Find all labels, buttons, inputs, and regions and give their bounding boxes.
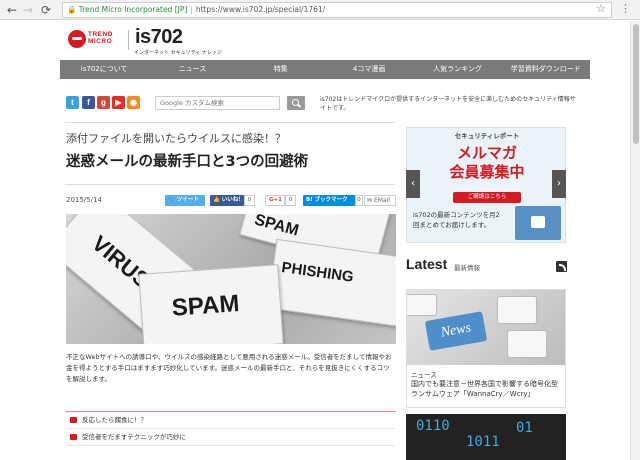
tweet-button[interactable]: 🐦 ツイート bbox=[165, 195, 205, 206]
binary-decoration: 01 bbox=[516, 420, 533, 436]
subscribe-button[interactable]: ご購読はこちら bbox=[453, 192, 521, 203]
nav-item-manga[interactable]: 4コマ漫画 bbox=[325, 60, 413, 79]
hatena-count: 0 bbox=[355, 195, 363, 206]
toc-item[interactable]: 受信者をだますテクニックが巧妙に bbox=[66, 429, 396, 446]
news-key: News bbox=[424, 311, 488, 351]
ad-label: セキュリティレポート bbox=[454, 132, 520, 140]
keyboard-key bbox=[497, 296, 537, 324]
like-button[interactable]: 👍 いいね！ bbox=[210, 195, 244, 206]
hero-word-spam: SPAM bbox=[170, 290, 241, 322]
article-date: 2015/5/14 bbox=[66, 196, 102, 204]
browser-menu-icon[interactable]: ⋮ bbox=[620, 2, 631, 15]
divider bbox=[65, 122, 395, 123]
tweet-label: ツイート bbox=[176, 197, 199, 203]
ad-title-line1: メルマガ bbox=[456, 144, 517, 162]
site-description: is702はトレンドマイクロが提供するインターネットを安全に楽しむためのセキュリ… bbox=[320, 96, 576, 112]
site-tagline: インターネット セキュリティ ナレッジ bbox=[134, 50, 222, 56]
carousel-next-icon[interactable]: › bbox=[552, 170, 566, 198]
binary-decoration: 0110 bbox=[416, 418, 450, 434]
nav-item-ranking[interactable]: 人気ランキング bbox=[413, 60, 501, 79]
trend-micro-logo-icon[interactable] bbox=[68, 30, 86, 48]
news-title[interactable]: 国内でも要注意－世界各国で影響する暗号化型ランサムウェア「WannaCry／Wc… bbox=[411, 379, 563, 399]
envelope-spam: SPAM bbox=[138, 264, 284, 344]
url-text: https://www.is702.jp/special/1761/ bbox=[195, 5, 326, 14]
news-category: ニュース bbox=[411, 371, 437, 379]
trend-label: TREND bbox=[88, 31, 113, 38]
reload-icon[interactable]: ⟳ bbox=[38, 2, 54, 18]
divider bbox=[65, 184, 395, 185]
nav-item-special[interactable]: 特集 bbox=[237, 60, 325, 79]
gplus-button[interactable]: G+1 bbox=[265, 195, 285, 206]
article-hero-image: VIRUS SPAM PHISHING SPAM bbox=[66, 214, 396, 344]
newsletter-ad[interactable]: セキュリティレポート メルマガ 会員募集中 ご購読はこちら is702の最新コンテ… bbox=[406, 127, 566, 243]
latest-rss-icon[interactable] bbox=[556, 261, 567, 272]
forward-icon[interactable]: → bbox=[20, 2, 36, 18]
ad-title: メルマガ 会員募集中 bbox=[407, 144, 567, 182]
hero-word-spam-top: SPAM bbox=[252, 214, 301, 240]
article-lead: 不正なWebサイトへの誘導口や、ウイルスの感染経路として悪用される迷惑メール。受… bbox=[66, 353, 392, 383]
like-count: 0 bbox=[244, 195, 255, 206]
url-separator: | bbox=[190, 5, 193, 14]
ad-title-line2: 会員募集中 bbox=[449, 163, 525, 181]
scrollbar-thumb[interactable] bbox=[633, 24, 639, 144]
lock-icon bbox=[531, 216, 545, 228]
site-logo[interactable]: is702 bbox=[135, 26, 183, 49]
envelope-phishing: PHISHING bbox=[266, 238, 396, 330]
page-scrollbar[interactable] bbox=[630, 21, 640, 460]
nav-item-download[interactable]: 学習資料ダウンロード bbox=[502, 60, 590, 79]
news-thumbnail: News bbox=[407, 290, 565, 365]
like-label: いいね！ bbox=[221, 197, 244, 203]
trend-micro-wordmark[interactable]: TREND MICRO bbox=[88, 31, 113, 45]
gplus-count: 0 bbox=[285, 195, 296, 206]
logo-divider bbox=[128, 30, 129, 50]
site-identity: Trend Micro Incorporated [JP] bbox=[78, 5, 188, 14]
back-icon[interactable]: ← bbox=[4, 2, 20, 18]
carousel-prev-icon[interactable]: ‹ bbox=[406, 170, 420, 198]
hero-word-phishing: PHISHING bbox=[280, 258, 355, 286]
keyboard-key bbox=[407, 294, 437, 316]
search-input[interactable]: Google カスタム検索 bbox=[155, 96, 280, 110]
email-share-button[interactable]: ✉ EMail bbox=[364, 195, 396, 206]
news-card-thumbnail[interactable]: 0110 1011 01 bbox=[406, 414, 566, 460]
facebook-icon[interactable]: f bbox=[82, 96, 95, 109]
binary-decoration: 1011 bbox=[466, 434, 500, 450]
lock-icon: 🔒 bbox=[67, 5, 77, 14]
article-subtitle: 添付ファイルを開いたらウイルスに感染！？ bbox=[66, 132, 286, 145]
latest-subheading: 最新情報 bbox=[454, 264, 480, 272]
twitter-icon[interactable]: t bbox=[66, 96, 79, 109]
rss-icon[interactable]: ◉ bbox=[127, 96, 140, 109]
toc-item[interactable]: 反応したら餌食に！？ bbox=[66, 412, 396, 429]
bookmark-star-icon[interactable]: ☆ bbox=[596, 2, 606, 15]
search-icon[interactable] bbox=[287, 96, 305, 110]
latest-heading: Latest bbox=[406, 256, 448, 272]
youtube-icon[interactable]: ▶ bbox=[112, 96, 125, 109]
keyboard-key bbox=[507, 330, 547, 358]
address-bar[interactable]: 🔒 Trend Micro Incorporated [JP] | https://… bbox=[62, 2, 612, 18]
nav-item-news[interactable]: ニュース bbox=[148, 60, 236, 79]
google-plus-icon[interactable]: g bbox=[97, 96, 110, 109]
email-label: EMail bbox=[373, 197, 390, 204]
micro-label: MICRO bbox=[88, 38, 113, 45]
browser-toolbar: ← → ⟳ 🔒 Trend Micro Incorporated [JP] | ht… bbox=[0, 0, 640, 20]
ad-text: is702の最新コンテンツを月2回まとめてお届けします。 bbox=[413, 211, 500, 229]
article-title: 迷惑メールの最新手口と3つの回避術 bbox=[66, 154, 309, 170]
nav-item-about[interactable]: is702について bbox=[60, 60, 148, 79]
hatena-bookmark-button[interactable]: B! ブックマーク bbox=[303, 195, 355, 206]
news-card[interactable]: News ニュース 国内でも要注意－世界各国で影響する暗号化型ランサムウェア「W… bbox=[406, 289, 566, 408]
table-of-contents: 反応したら餌食に！？ 受信者をだますテクニックが巧妙に bbox=[66, 411, 396, 446]
global-nav: is702について ニュース 特集 4コマ漫画 人気ランキング 学習資料ダウンロ… bbox=[60, 60, 590, 79]
